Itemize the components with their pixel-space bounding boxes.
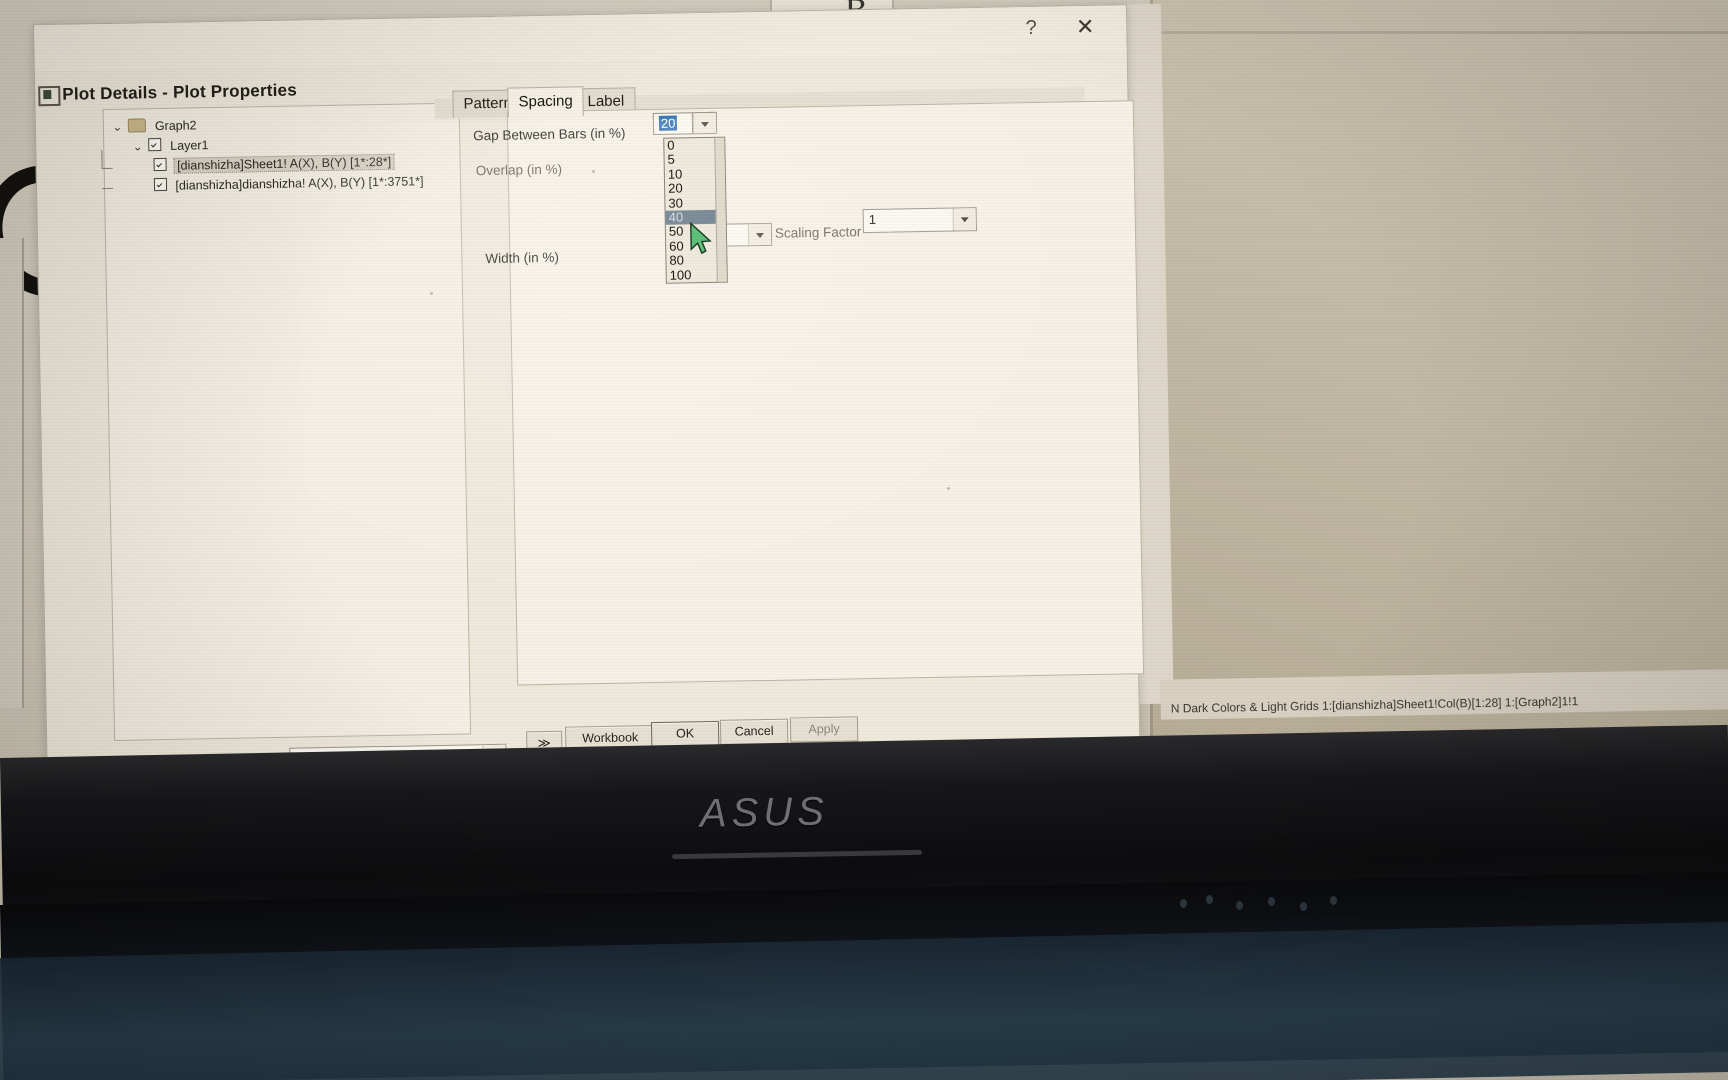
keyboard-specks [1180,895,1350,915]
laptop-screen: N Dark Colors & Light Grids 1:[dianshizh… [0,0,1728,801]
apply-button: Apply [789,716,859,743]
scaling-factor-label: Scaling Factor [774,224,862,241]
ok-button[interactable]: OK [650,720,720,748]
tree-label-plot-1: [dianshizha]Sheet1! A(X), B(Y) [1*:28*] [173,153,395,175]
dropdown-scrollbar[interactable] [714,137,727,282]
dust-speck [947,487,950,490]
folder-icon [128,118,147,133]
tree-label-plot-2: [dianshizha]dianshizha! A(X), B(Y) [1*:3… [175,174,424,193]
gap-between-bars-combo-arrow[interactable] [691,111,718,135]
layer-checkbox[interactable] [148,137,162,152]
dialog-title: Plot Details - Plot Properties [62,80,298,104]
spacing-tab-page [506,100,1145,686]
chevron-down-icon[interactable] [952,208,976,231]
gap-between-bars-label: Gap Between Bars (in %) [472,125,626,144]
brand-logo: ASUS [699,789,830,836]
tree-label-graph: Graph2 [154,118,197,134]
width-combo[interactable] [724,222,773,247]
plot-1-checkbox[interactable] [153,157,167,172]
scaling-factor-value: 1 [868,211,877,228]
tree-connector [101,167,113,170]
help-icon[interactable]: ? [1014,13,1049,44]
plot-tree-panel [102,102,472,741]
chevron-down-icon[interactable] [692,112,717,134]
chevron-down-icon[interactable]: ⌄ [133,140,146,153]
mouse-cursor-icon [690,221,712,255]
chevron-down-icon[interactable]: ⌄ [112,121,125,134]
chevron-down-icon[interactable] [747,223,772,246]
tab-spacing[interactable]: Spacing [507,86,585,118]
gap-between-bars-dropdown-list[interactable]: 0 5 10 20 30 40 50 60 80 100 [663,136,728,284]
photo-scene: B N Dark Colors & Light Grids 1:[dianshi… [0,0,1728,1080]
dialog-titlebar [34,5,1127,72]
tree-connector [102,187,114,190]
width-label: Width (in %) [485,249,560,267]
overlap-label: Overlap (in %) [475,161,563,179]
cancel-button[interactable]: Cancel [719,718,789,745]
dialog-app-icon [38,85,61,107]
tree-label-layer: Layer1 [170,138,209,153]
dust-speck [592,170,595,173]
close-icon[interactable]: ✕ [1064,12,1107,43]
scaling-factor-combo[interactable]: 1 [862,207,977,234]
plot-tree: ⌄ Graph2 ⌄ Layer1 [dianshizha]Sheet1! A(… [101,113,454,199]
gap-between-bars-value: 20 [658,115,678,131]
plot-2-checkbox[interactable] [153,177,168,192]
dust-speck [430,292,433,295]
